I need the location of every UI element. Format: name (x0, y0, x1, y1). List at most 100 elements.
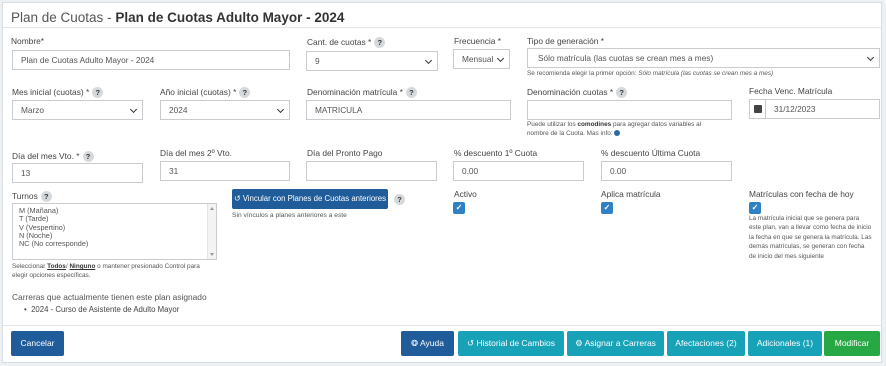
denom-matricula-label: Denominación matrícula *? (307, 87, 417, 99)
tipo-generacion-help-text: Se recomienda elegir la primer opción: (527, 70, 639, 77)
ayuda-button-label: Ayuda (420, 338, 444, 348)
cant-cuotas-select[interactable]: 9 (306, 51, 438, 71)
scrollbar[interactable] (207, 204, 216, 259)
turnos-help: Seleccionar Todos/ Ninguno o mantener pr… (12, 262, 200, 280)
denom-matricula-input[interactable]: MATRICULA (306, 100, 511, 120)
nombre-input[interactable]: Plan de Cuotas Adulto Mayor - 2024 (12, 50, 290, 70)
title-prefix: Plan de Cuotas - (11, 10, 116, 25)
asignar-button[interactable]: ⚙ Asignar a Carreras (567, 331, 664, 356)
afectaciones-button[interactable]: Afectaciones (2) (667, 331, 745, 356)
question-circle-icon[interactable]: ? (239, 87, 251, 99)
frecuencia-select[interactable]: Mensual (453, 49, 510, 69)
mes-inicial-label: Mes inicial (cuotas) *? (12, 87, 104, 99)
calendar-icon[interactable] (750, 100, 766, 118)
help-line: este plan, van a llevar como fecha de in… (749, 224, 872, 232)
desc-1ra-input[interactable]: 0.00 (453, 161, 584, 181)
anio-inicial-label-text: Año inicial (cuotas) * (160, 87, 237, 97)
vincular-button-label: Vincular con Planes de Cuotas anteriores (242, 194, 387, 203)
mes-inicial-select[interactable]: Marzo (12, 100, 143, 120)
list-item[interactable]: NC (No corresponde) (19, 239, 210, 248)
question-circle-icon[interactable]: ? (374, 37, 386, 49)
denom-cuotas-help-3: nombre de la Cuota. Mas info: (527, 130, 615, 137)
mes-inicial-label-text: Mes inicial (cuotas) * (12, 87, 90, 97)
carreras-title: Carreras que actualmente tienen este pla… (12, 292, 207, 302)
aplica-matricula-checkbox[interactable]: ✓ (601, 202, 613, 214)
carrera-item-text: 2024 - Curso de Asistente de Adulto Mayo… (31, 305, 180, 314)
scroll-down-icon[interactable] (210, 253, 214, 256)
vincular-button[interactable]: ↺ Vincular con Planes de Cuotas anterior… (232, 189, 388, 209)
fecha-venc-input[interactable]: 31/12/2023 (749, 99, 880, 119)
plan-cuotas-panel: Plan de Cuotas - Plan de Cuotas Adulto M… (2, 2, 882, 363)
activo-label: Activo (454, 189, 477, 199)
question-circle-icon[interactable]: ? (405, 87, 417, 99)
denom-cuotas-input[interactable] (527, 100, 732, 120)
help-line: de inicio del mes siguiente (749, 252, 824, 260)
question-circle-icon[interactable]: ? (616, 87, 628, 99)
historial-button[interactable]: ↺ Historial de Cambios (458, 331, 564, 356)
adicionales-button[interactable]: Adicionales (1) (748, 331, 822, 356)
turnos-label-text: Turnos (12, 191, 38, 201)
turnos-help-1: Seleccionar (12, 263, 48, 270)
cant-cuotas-label-text: Cant. de cuotas * (307, 37, 372, 47)
tipo-generacion-help: Se recomienda elegir la primer opción: S… (527, 69, 773, 78)
page-title: Plan de Cuotas - Plan de Cuotas Adulto M… (11, 10, 344, 25)
title-divider (3, 27, 881, 28)
aplica-matricula-label: Aplica matrícula (601, 189, 661, 199)
matriculas-fecha-hoy-checkbox[interactable]: ✓ (749, 202, 761, 214)
help-line: demás matrículas, se generan con fecha (749, 243, 865, 251)
turnos-help-3: elegir opciones específicas. (12, 272, 91, 279)
desc-ultima-label: % descuento Última Cuota (601, 148, 701, 158)
dia-vto-label-text: Día del mes Vto. * (12, 151, 80, 161)
comodines-link[interactable]: comodines (577, 121, 611, 128)
dia-vto-input[interactable]: 13 (12, 163, 143, 183)
asignar-button-label: Asignar a Carreras (584, 338, 656, 348)
desc-ultima-input[interactable]: 0.00 (601, 161, 732, 181)
anio-inicial-select[interactable]: 2024 (160, 100, 290, 120)
ayuda-button[interactable]: ❂ Ayuda (401, 331, 454, 356)
turnos-label: Turnos? (12, 191, 52, 203)
cancelar-button[interactable]: Cancelar (11, 331, 64, 356)
calendar-glyph (754, 105, 762, 113)
undo-link-icon: ↺ (233, 194, 241, 203)
help-line: La matrícula inicial que se genera para (749, 215, 860, 222)
scroll-up-icon[interactable] (210, 207, 214, 210)
nombre-label: Nombre* (11, 36, 45, 46)
title-plan-name: Plan de Cuotas Adulto Mayor - 2024 (115, 10, 345, 25)
select-all-link[interactable]: Todos (47, 263, 66, 270)
cant-cuotas-label: Cant. de cuotas *? (307, 37, 386, 49)
vincular-note: Sin vínculos a planes anteriores a este (232, 212, 347, 219)
denom-cuotas-help-2: para agregar datos variables al (611, 121, 702, 128)
select-none-link[interactable]: Ninguno (69, 263, 95, 270)
historial-button-label: Historial de Cambios (476, 338, 555, 348)
question-circle-icon[interactable]: ? (82, 151, 94, 163)
denom-matricula-label-text: Denominación matrícula * (307, 87, 403, 97)
turnos-listbox[interactable]: M (Mañana) T (Tarde) V (Vespertino) N (N… (12, 203, 217, 260)
question-circle-icon[interactable]: ? (40, 191, 52, 203)
turnos-help-2: o mantener presionado Control para (95, 263, 200, 270)
dia-2vto-input[interactable]: 31 (160, 161, 290, 181)
gear-icon: ⚙ (575, 338, 583, 348)
carrera-item: • 2024 - Curso de Asistente de Adulto Ma… (24, 305, 180, 314)
activo-checkbox[interactable]: ✓ (453, 202, 465, 214)
modificar-button[interactable]: Modificar (824, 331, 880, 356)
tipo-generacion-help-italic: Sólo matrícula (las cuotas se crean mes … (638, 70, 774, 77)
info-icon[interactable] (614, 130, 621, 137)
dia-vto-label: Día del mes Vto. *? (12, 151, 94, 163)
matriculas-fecha-hoy-help: La matrícula inicial que se genera para … (749, 214, 872, 261)
tipo-generacion-select[interactable]: Sólo matrícula (las cuotas se crean mes … (527, 48, 880, 68)
dia-pronto-pago-label: Día del Pronto Pago (307, 148, 383, 158)
question-circle-icon[interactable]: ? (92, 87, 104, 99)
footer-divider (3, 325, 881, 326)
denom-cuotas-label: Denominación cuotas *? (527, 87, 628, 99)
help-line: la fecha en que se genera la matrícula. … (749, 233, 872, 241)
matriculas-fecha-hoy-label: Matrículas con fecha de hoy (749, 189, 854, 199)
history-icon: ↺ (467, 338, 475, 348)
fecha-venc-label: Fecha Venc. Matrícula (749, 86, 833, 96)
denom-cuotas-help-1: Puede utilizar los (527, 121, 578, 128)
desc-1ra-label: % descuento 1º Cuota (454, 148, 538, 158)
denom-cuotas-label-text: Denominación cuotas * (527, 87, 614, 97)
tipo-generacion-label: Tipo de generación * (527, 36, 604, 46)
question-circle-icon[interactable]: ? (394, 194, 405, 205)
denom-cuotas-help: Puede utilizar los comodines para agrega… (527, 120, 701, 138)
dia-pronto-pago-input[interactable] (306, 161, 437, 181)
